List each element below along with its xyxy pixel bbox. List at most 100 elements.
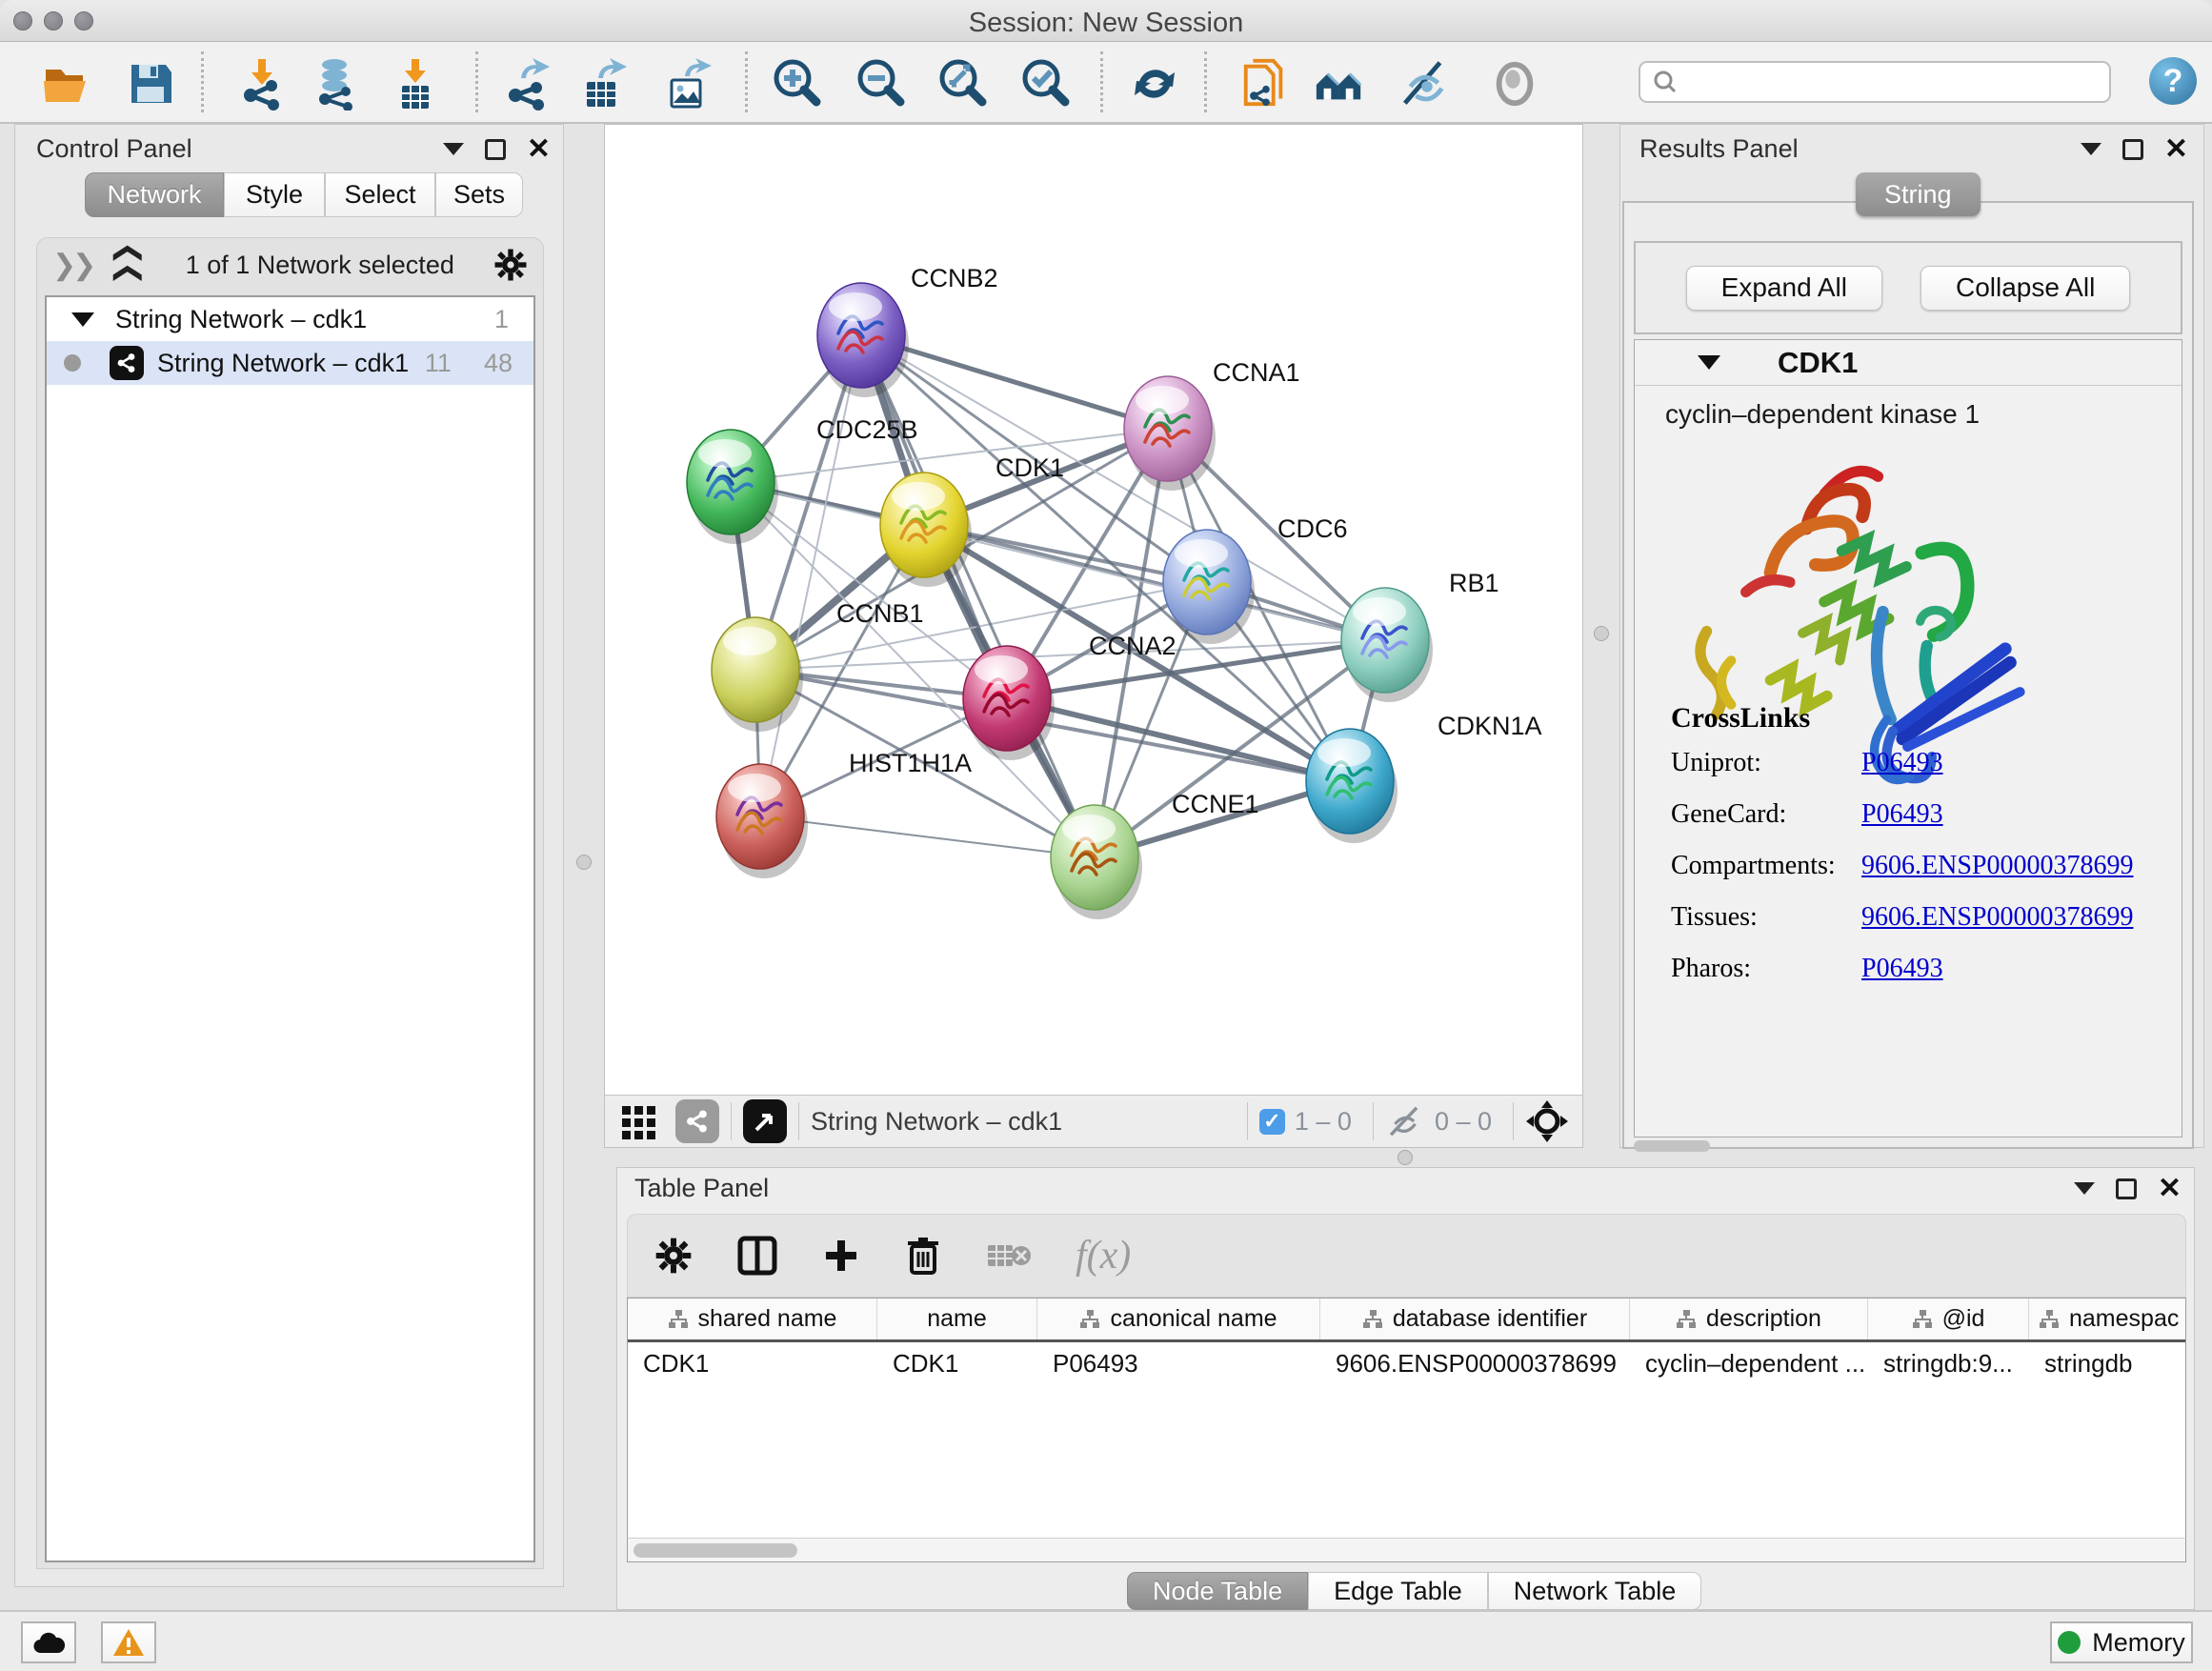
network-tree: String Network – cdk1 1 String Network –…: [45, 295, 535, 1562]
search-input[interactable]: [1639, 61, 2111, 103]
tab-network[interactable]: Network: [85, 172, 224, 217]
network-type-share-icon[interactable]: [675, 1099, 719, 1143]
network-edge[interactable]: [760, 335, 861, 816]
bottom-splitter-handle[interactable]: [1398, 1150, 1413, 1165]
network-node-cdkn1a[interactable]: CDKN1A: [1306, 712, 1542, 843]
cell-namespace[interactable]: stringdb: [2029, 1349, 2185, 1379]
expand-all-button[interactable]: Expand All: [1686, 266, 1882, 311]
cell-description[interactable]: cyclin–dependent ...: [1630, 1349, 1868, 1379]
column-type-icon: [1912, 1309, 1933, 1330]
scrollbar-thumb[interactable]: [633, 1543, 797, 1558]
save-session-icon[interactable]: [124, 57, 177, 111]
zoom-out-icon[interactable]: [854, 57, 907, 111]
float-panel-icon[interactable]: [485, 139, 506, 160]
warnings-button[interactable]: [101, 1621, 156, 1663]
tab-network-table[interactable]: Network Table: [1488, 1572, 1702, 1610]
tab-string[interactable]: String: [1856, 172, 1981, 216]
column-header-id[interactable]: @id: [1868, 1299, 2029, 1339]
zoom-selected-icon[interactable]: [1018, 57, 1072, 111]
close-panel-icon[interactable]: ✕: [527, 139, 551, 160]
crosslink-tissues-link[interactable]: 9606.ENSP00000378699: [1861, 902, 2133, 933]
panel-menu-icon[interactable]: [2081, 143, 2101, 155]
zoom-in-icon[interactable]: [770, 57, 823, 111]
network-node-hist1h1a[interactable]: HIST1H1A: [716, 749, 972, 878]
new-network-from-selection-icon[interactable]: [1238, 57, 1292, 111]
birdseye-grid-icon[interactable]: [620, 1102, 658, 1140]
network-collection-row[interactable]: String Network – cdk1 1: [47, 297, 533, 341]
memory-button[interactable]: Memory: [2050, 1621, 2193, 1663]
network-edge[interactable]: [861, 335, 1095, 857]
cell-shared-name[interactable]: CDK1: [628, 1349, 877, 1379]
network-canvas[interactable]: CCNB2CCNA1CDC25BCDK1CDC6RB1CCNB1CCNA2CDK…: [605, 125, 1582, 1095]
zoom-fit-icon[interactable]: [935, 57, 989, 111]
node-label-cdc6: CDC6: [1277, 514, 1348, 543]
right-splitter-handle[interactable]: [1594, 626, 1609, 641]
cloud-status-button[interactable]: [21, 1621, 76, 1663]
tab-select[interactable]: Select: [325, 172, 435, 217]
refresh-icon[interactable]: [1128, 57, 1181, 111]
column-header-canonical-name[interactable]: canonical name: [1037, 1299, 1320, 1339]
float-panel-icon[interactable]: [2122, 139, 2143, 160]
add-column-icon[interactable]: [822, 1237, 860, 1275]
results-panel: Results Panel ✕ String Expand All Collap…: [1619, 124, 2204, 1148]
cell-name[interactable]: CDK1: [877, 1349, 1037, 1379]
collection-expand-icon[interactable]: [71, 312, 94, 327]
cell-database-identifier[interactable]: 9606.ENSP00000378699: [1320, 1349, 1630, 1379]
tab-node-table[interactable]: Node Table: [1127, 1572, 1308, 1610]
left-splitter-handle[interactable]: [576, 855, 592, 870]
first-neighbors-icon[interactable]: [1313, 57, 1366, 111]
column-header-database-identifier[interactable]: database identifier: [1320, 1299, 1630, 1339]
crosslink-pharos-link[interactable]: P06493: [1861, 954, 1943, 984]
network-node-ccne1[interactable]: CCNE1: [1051, 790, 1259, 919]
tab-style[interactable]: Style: [224, 172, 325, 217]
tab-edge-table[interactable]: Edge Table: [1308, 1572, 1488, 1610]
table-options-gear-icon[interactable]: [654, 1237, 693, 1275]
column-type-icon: [1079, 1309, 1100, 1330]
cell-canonical-name[interactable]: P06493: [1037, 1349, 1320, 1379]
network-node-rb1[interactable]: RB1: [1341, 569, 1499, 702]
network-row-selected[interactable]: String Network – cdk1 11 48: [47, 341, 533, 385]
selected-checkbox-icon[interactable]: ✓: [1259, 1109, 1285, 1135]
panel-menu-icon[interactable]: [443, 143, 464, 155]
collapse-all-button[interactable]: Collapse All: [1920, 266, 2130, 311]
float-panel-icon[interactable]: [2116, 1178, 2137, 1199]
table-horizontal-scrollbar[interactable]: [627, 1538, 2186, 1562]
column-header-namespace[interactable]: namespac: [2029, 1299, 2185, 1339]
show-columns-icon[interactable]: [736, 1235, 778, 1277]
export-network-icon[interactable]: [502, 57, 555, 111]
close-panel-icon[interactable]: ✕: [2164, 139, 2188, 160]
network-options-gear-icon[interactable]: [493, 248, 528, 282]
close-panel-icon[interactable]: ✕: [2158, 1178, 2182, 1199]
open-session-icon[interactable]: [40, 57, 93, 111]
fit-selected-crosshair-icon[interactable]: [1525, 1099, 1569, 1143]
import-table-file-icon[interactable]: [389, 57, 442, 111]
column-header-shared-name[interactable]: shared name: [628, 1299, 877, 1339]
export-table-icon[interactable]: [575, 57, 629, 111]
export-image-icon[interactable]: [660, 57, 714, 111]
panel-menu-icon[interactable]: [2074, 1182, 2095, 1195]
help-button[interactable]: ?: [2149, 57, 2197, 105]
cell-id[interactable]: stringdb:9...: [1868, 1349, 2029, 1379]
column-header-name[interactable]: name: [877, 1299, 1037, 1339]
import-network-file-icon[interactable]: [237, 57, 291, 111]
delete-column-icon[interactable]: [904, 1235, 942, 1277]
gene-description: cyclin–dependent kinase 1: [1635, 386, 2182, 430]
import-network-database-icon[interactable]: [312, 57, 365, 111]
column-header-description[interactable]: description: [1630, 1299, 1868, 1339]
table-header-row: shared name name canonical name database…: [628, 1299, 2185, 1342]
detach-view-icon[interactable]: [743, 1099, 787, 1143]
collapse-all-networks-icon[interactable]: ❯❯: [52, 249, 92, 282]
crosslink-label: Compartments:: [1671, 851, 1861, 881]
gene-expand-icon[interactable]: [1698, 355, 1720, 370]
tab-sets[interactable]: Sets: [435, 172, 523, 217]
crosslink-uniprot-link[interactable]: P06493: [1861, 748, 1943, 778]
show-all-icon[interactable]: [1488, 57, 1541, 111]
results-horizontal-scrollbar[interactable]: [1634, 1140, 1710, 1152]
table-row[interactable]: CDK1 CDK1 P06493 9606.ENSP00000378699 cy…: [628, 1342, 2185, 1384]
table-panel: Table Panel ✕ f(x) shared name name cano…: [616, 1167, 2195, 1610]
network-edge[interactable]: [760, 816, 1095, 857]
hide-selected-icon[interactable]: [1399, 57, 1453, 111]
crosslink-genecard-link[interactable]: P06493: [1861, 799, 1943, 830]
expand-all-networks-icon[interactable]: ❯❯: [110, 245, 143, 285]
crosslink-compartments-link[interactable]: 9606.ENSP00000378699: [1861, 851, 2133, 881]
